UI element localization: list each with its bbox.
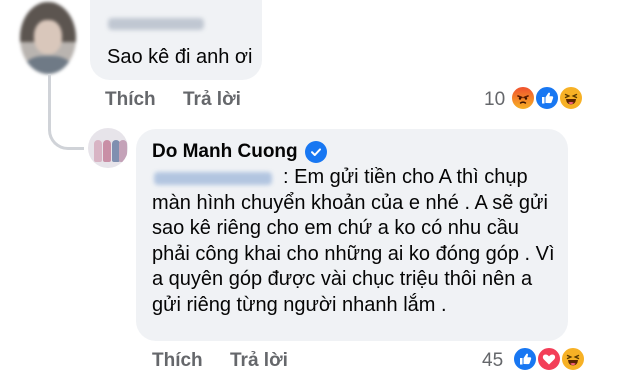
angry-icon[interactable] — [510, 85, 536, 111]
comment-reply-button[interactable]: Trả lời — [183, 89, 241, 111]
commenter-avatar[interactable] — [20, 2, 76, 74]
comment-bubble: Sao kê đi anh ơi — [90, 0, 262, 80]
blurred-commenter-name[interactable] — [108, 18, 204, 30]
comment-like-button[interactable]: Thích — [105, 89, 156, 111]
reply-reply-button[interactable]: Trả lời — [230, 350, 288, 372]
haha-icon[interactable] — [558, 85, 584, 111]
reply-text: : Em gửi tiền cho A thì chụp màn hình ch… — [152, 166, 555, 316]
reply-like-button[interactable]: Thích — [152, 350, 203, 372]
love-icon[interactable] — [536, 346, 562, 372]
haha-icon[interactable] — [560, 346, 586, 372]
reply-author-avatar[interactable] — [88, 128, 128, 168]
reply-author-name[interactable]: Do Manh Cuong — [152, 141, 298, 163]
like-icon[interactable] — [512, 346, 538, 372]
verified-badge-icon — [304, 141, 327, 163]
reply-reaction-count[interactable]: 45 — [482, 350, 503, 372]
comment-text: Sao kê đi anh ơi — [107, 46, 253, 68]
reply-bubble: Do Manh Cuong : Em gửi tiền cho A thì ch… — [136, 129, 568, 341]
thread-connector — [48, 110, 84, 150]
like-icon[interactable] — [534, 85, 560, 111]
comment-reaction-count[interactable]: 10 — [484, 89, 505, 111]
